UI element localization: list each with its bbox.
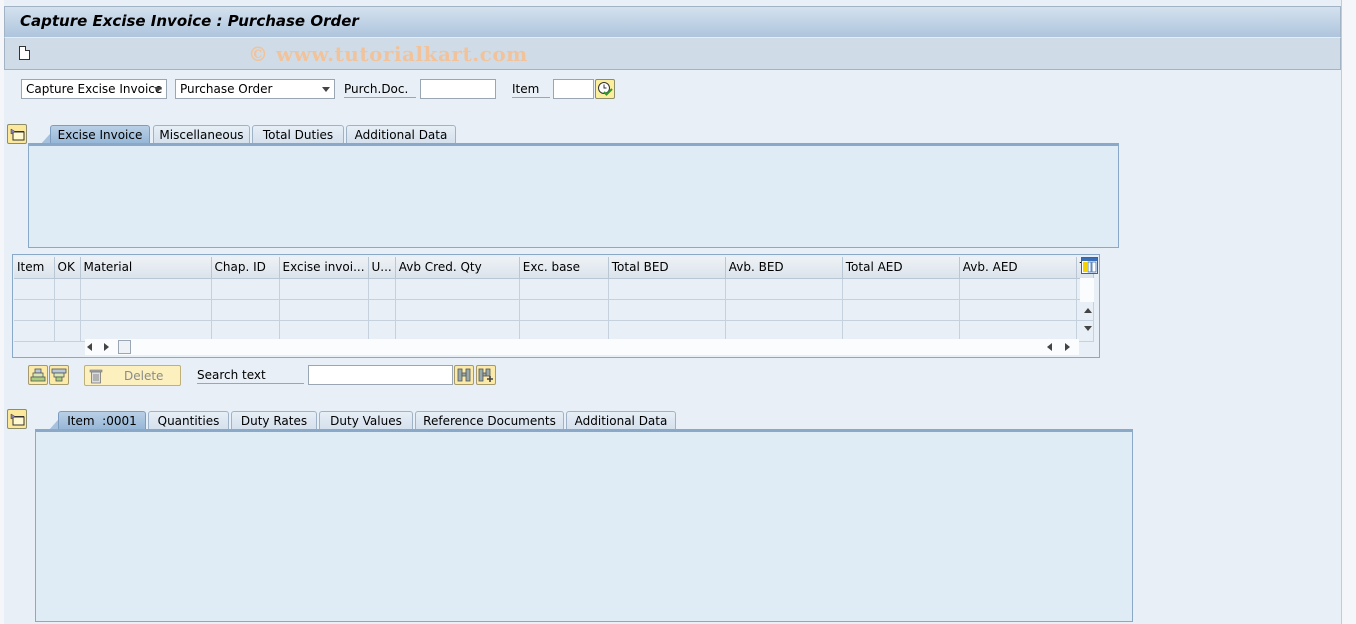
- chevron-down-icon: [322, 87, 330, 92]
- scroll-down-icon[interactable]: [1084, 326, 1092, 331]
- expand-item-button[interactable]: [7, 409, 27, 429]
- tab-quantities[interactable]: Quantities: [148, 411, 229, 431]
- deselect-all-icon: [51, 368, 67, 382]
- grid-header-row: Item OK Material Chap. ID Excise invoi..…: [14, 257, 1094, 279]
- expand-header-button[interactable]: [7, 124, 27, 144]
- clock-check-icon: [598, 82, 613, 96]
- new-document-icon[interactable]: [19, 46, 30, 60]
- scroll-right-icon[interactable]: [104, 343, 109, 351]
- search-text-input[interactable]: [308, 365, 453, 385]
- scroll-left-icon[interactable]: [87, 343, 92, 351]
- item-input[interactable]: [553, 79, 594, 99]
- table-row[interactable]: [14, 320, 1094, 342]
- col-excise-invoice[interactable]: Excise invoi...: [279, 257, 369, 279]
- tab-miscellaneous[interactable]: Miscellaneous: [153, 125, 250, 145]
- trash-icon: [89, 369, 103, 384]
- scroll-thumb[interactable]: [118, 340, 131, 354]
- action-combo[interactable]: Capture Excise Invoice: [21, 79, 167, 99]
- header-tabstrip: Excise Invoice Miscellaneous Total Dutie…: [40, 125, 460, 145]
- vertical-scrollbar[interactable]: [1080, 278, 1094, 338]
- tab-item[interactable]: Item :0001: [58, 411, 146, 431]
- select-all-icon: [30, 368, 46, 382]
- items-table: Item OK Material Chap. ID Excise invoi..…: [14, 257, 1094, 342]
- tab-duty-values[interactable]: Duty Values: [319, 411, 413, 431]
- item-label: Item: [512, 82, 550, 98]
- col-material[interactable]: Material: [80, 257, 212, 279]
- item-tab-panel: [35, 429, 1133, 622]
- col-avb-cred-qty[interactable]: Avb Cred. Qty: [395, 257, 520, 279]
- items-grid: Item OK Material Chap. ID Excise invoi..…: [12, 254, 1100, 358]
- binoculars-plus-icon: [478, 368, 493, 382]
- find-next-button[interactable]: [476, 365, 496, 385]
- tab-additional-data-item[interactable]: Additional Data: [566, 411, 676, 431]
- purch-doc-input[interactable]: [420, 79, 496, 99]
- col-unit[interactable]: U...: [368, 257, 396, 279]
- watermark: © www.tutorialkart.com: [248, 42, 528, 66]
- search-text-label: Search text: [197, 368, 304, 384]
- col-total-aed[interactable]: Total AED: [842, 257, 960, 279]
- application-toolbar: © www.tutorialkart.com: [4, 37, 1341, 70]
- col-ok[interactable]: OK: [54, 257, 81, 279]
- table-row[interactable]: [14, 278, 1094, 300]
- collapse-panel-icon: [10, 413, 25, 426]
- reference-combo[interactable]: Purchase Order: [175, 79, 335, 99]
- reference-combo-value: Purchase Order: [180, 82, 273, 96]
- col-exc-base[interactable]: Exc. base: [519, 257, 609, 279]
- deselect-all-button[interactable]: [49, 365, 69, 385]
- header-tab-panel: [28, 143, 1119, 248]
- tab-additional-data[interactable]: Additional Data: [346, 125, 456, 145]
- select-all-button[interactable]: [28, 365, 48, 385]
- col-avb-aed[interactable]: Avb. AED: [959, 257, 1077, 279]
- delete-button[interactable]: Delete: [84, 365, 181, 386]
- tab-total-duties[interactable]: Total Duties: [252, 125, 344, 145]
- col-chap-id[interactable]: Chap. ID: [211, 257, 280, 279]
- col-item[interactable]: Item: [14, 257, 55, 279]
- col-avb-bed[interactable]: Avb. BED: [725, 257, 843, 279]
- table-row[interactable]: [14, 299, 1094, 321]
- scroll-right-end-icon[interactable]: [1065, 343, 1070, 351]
- action-combo-value: Capture Excise Invoice: [26, 82, 163, 96]
- column-layout-button[interactable]: [1081, 257, 1098, 274]
- tab-duty-rates[interactable]: Duty Rates: [231, 411, 317, 431]
- tab-reference-documents[interactable]: Reference Documents: [415, 411, 564, 431]
- binoculars-icon: [457, 368, 471, 382]
- col-total-bed[interactable]: Total BED: [608, 257, 726, 279]
- collapse-panel-icon: [10, 128, 25, 141]
- scroll-up-icon[interactable]: [1084, 308, 1092, 313]
- tab-excise-invoice[interactable]: Excise Invoice: [50, 125, 150, 145]
- scroll-left-end-icon[interactable]: [1047, 343, 1052, 351]
- column-layout-icon: [1082, 258, 1097, 273]
- window-title: Capture Excise Invoice : Purchase Order: [20, 12, 359, 30]
- item-tabstrip: Item :0001 Quantities Duty Rates Duty Va…: [48, 411, 678, 431]
- horizontal-scrollbar[interactable]: [85, 339, 1079, 355]
- purch-doc-label: Purch.Doc.: [344, 82, 416, 98]
- execute-button[interactable]: [595, 79, 615, 99]
- title-bar: Capture Excise Invoice : Purchase Order: [4, 6, 1341, 37]
- find-button[interactable]: [454, 365, 474, 385]
- chevron-down-icon: [154, 87, 162, 92]
